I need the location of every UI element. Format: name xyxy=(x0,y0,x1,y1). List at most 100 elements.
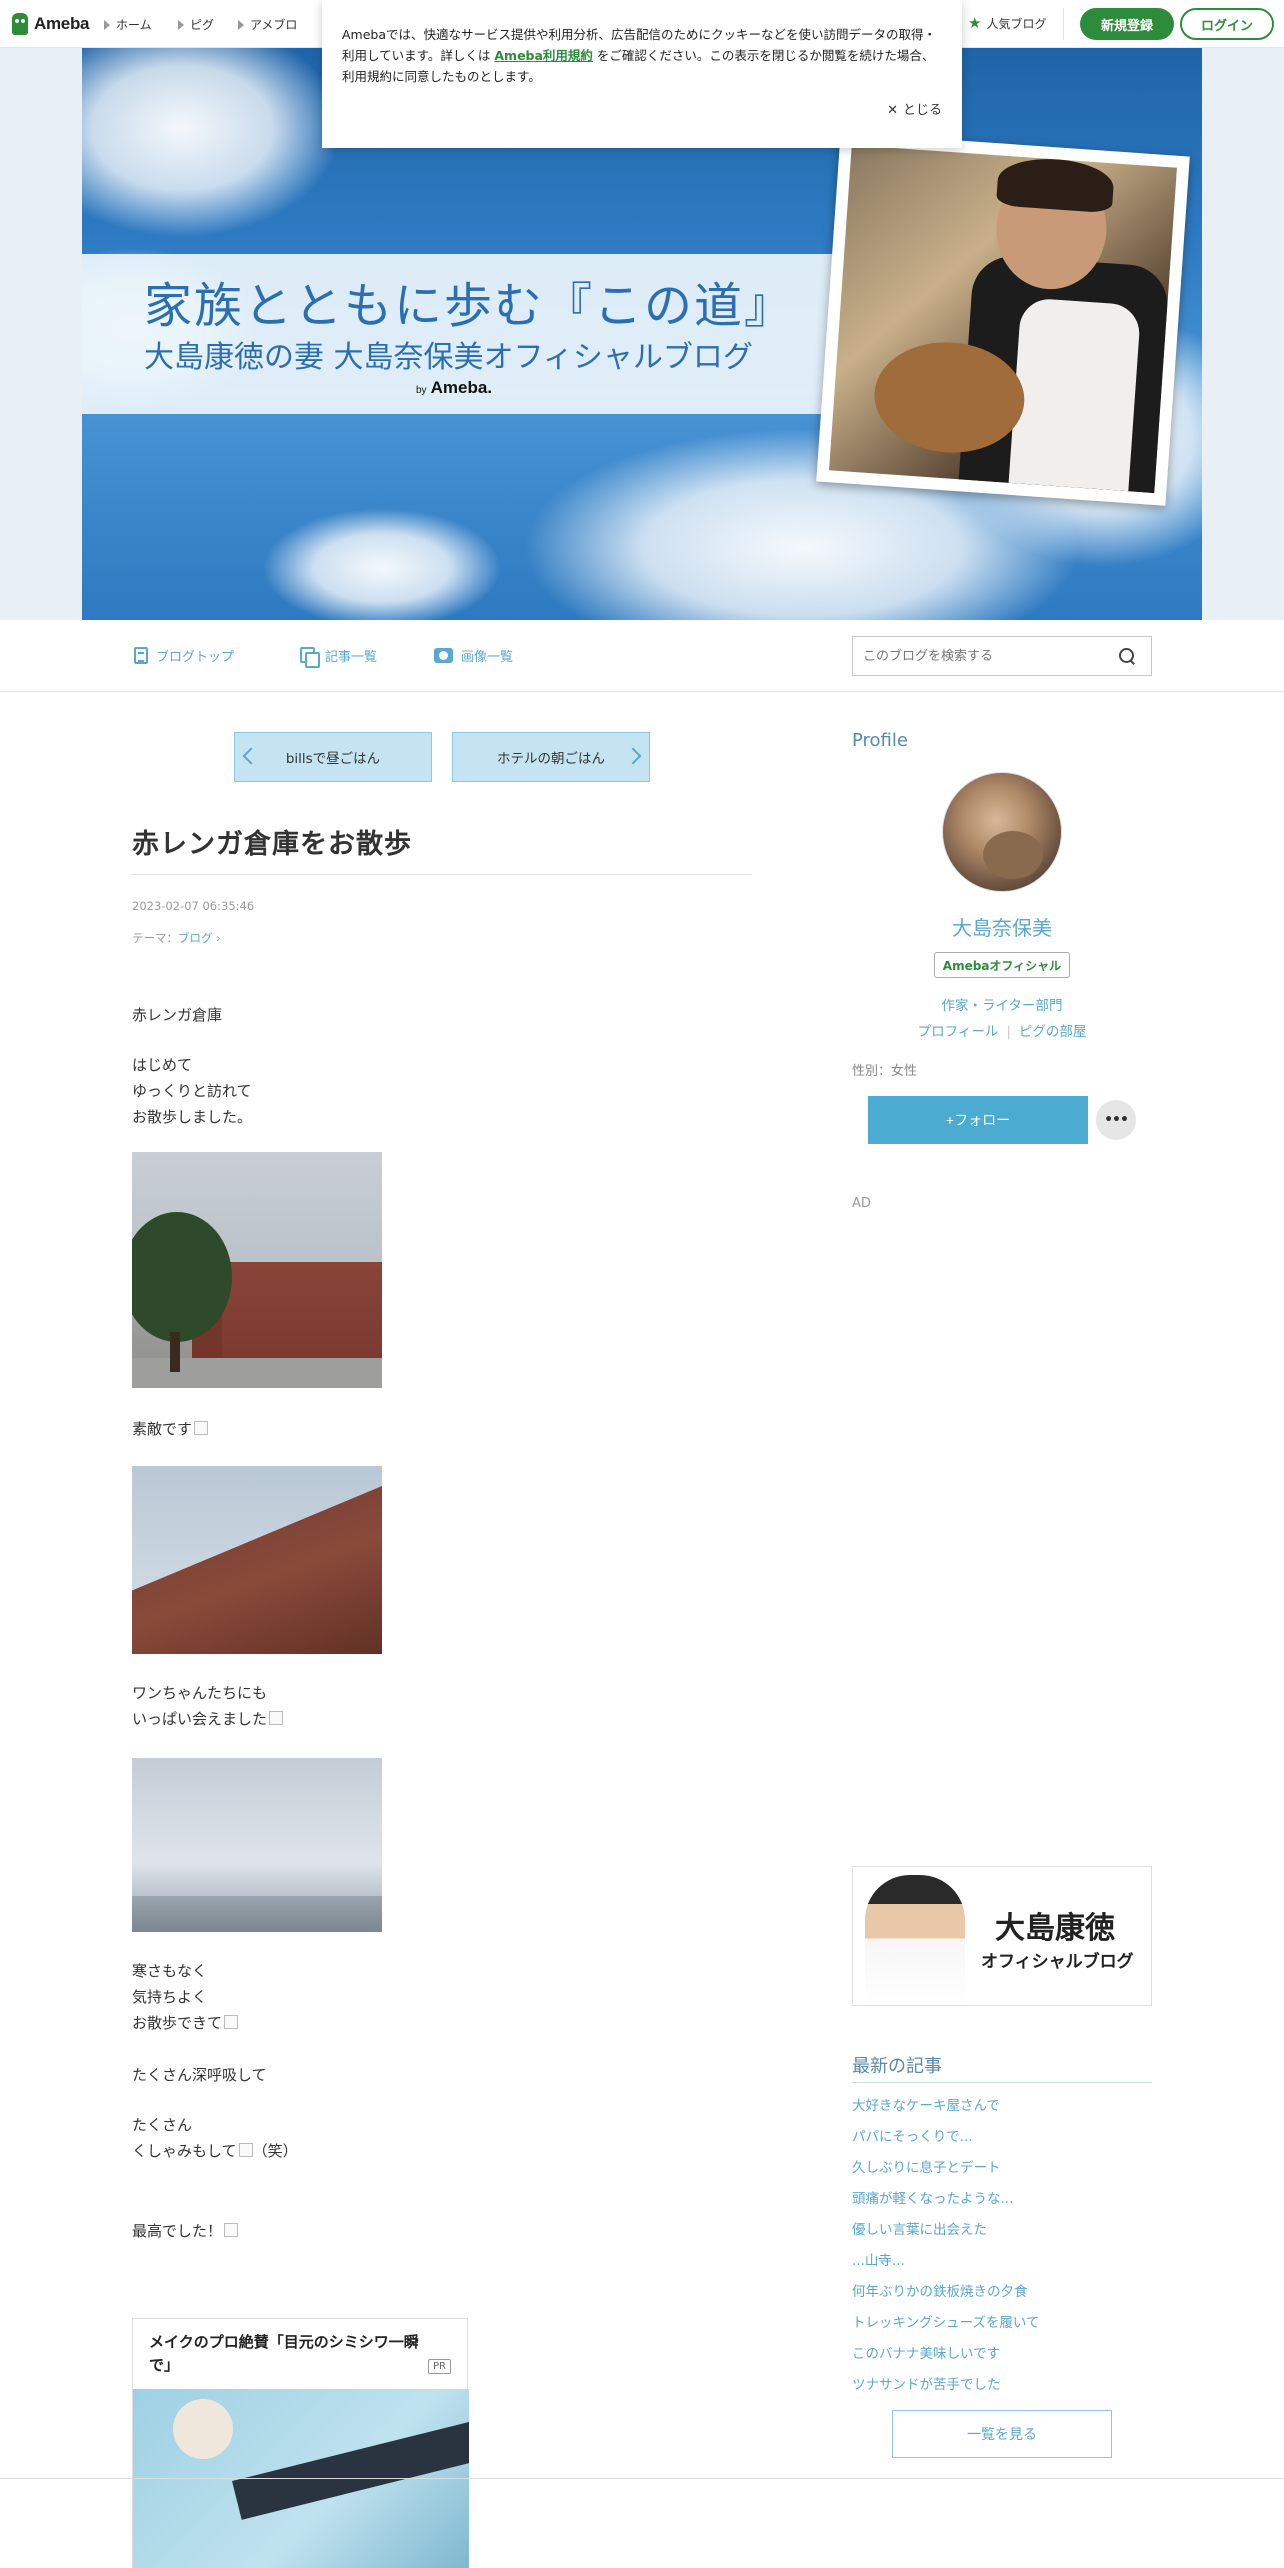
article-line: 気持ちよく xyxy=(132,1988,208,2006)
profile-name[interactable]: 大島奈保美 xyxy=(852,912,1152,941)
building-shape xyxy=(208,1262,382,1358)
nav-pigg[interactable]: ピグ xyxy=(178,16,214,33)
pr-ad-card[interactable]: メイクのプロ絶賛「目元のシミシワ一瞬で」 PR xyxy=(132,2318,469,2568)
nav-image-list[interactable]: 画像一覧 xyxy=(434,646,513,665)
nav-home[interactable]: ホーム xyxy=(104,16,152,33)
blog-nav: ブログトップ 記事一覧 画像一覧 xyxy=(0,620,1284,692)
article-line: （笑） xyxy=(252,2142,298,2160)
latest-entry-link[interactable]: 何年ぶりかの鉄板焼きの夕食 xyxy=(852,2280,1028,2300)
header-divider xyxy=(1063,8,1064,40)
triangle-right-icon xyxy=(178,19,184,30)
avatar[interactable] xyxy=(942,772,1062,892)
nav-blog-top[interactable]: ブログトップ xyxy=(134,646,234,665)
article-line: ゆっくりと訪れて xyxy=(132,1082,252,1100)
nav-blog-top-label: ブログトップ xyxy=(156,650,235,665)
latest-entry-link[interactable]: トレッキングシューズを履いて xyxy=(852,2311,1040,2331)
banner-name: 大島康徳 xyxy=(995,1911,1115,1946)
article-paragraph: 最高でした！ xyxy=(132,2218,239,2244)
article-date: 2023-02-07 06:35:46 xyxy=(132,899,255,913)
star-icon: ★ xyxy=(968,14,982,32)
photo-figure xyxy=(1008,297,1142,493)
link-separator: | xyxy=(1006,1024,1011,1040)
ameba-logo-icon xyxy=(12,13,28,35)
latest-entries-heading: 最新の記事 xyxy=(852,2056,942,2077)
popular-blog-link[interactable]: ★ 人気ブログ xyxy=(968,14,1046,32)
search-input[interactable] xyxy=(853,637,1103,675)
article-line: はじめて xyxy=(132,1056,193,1074)
blog-search xyxy=(852,636,1152,676)
article-paragraph: たくさん深呼吸して xyxy=(132,2062,267,2088)
pr-badge: PR xyxy=(428,2359,451,2374)
banner-subtitle: 大島康徳の妻 大島奈保美オフィシャルブログ xyxy=(144,340,753,375)
signup-button[interactable]: 新規登録 xyxy=(1080,8,1174,40)
article-image-brick-wall[interactable] xyxy=(132,1466,382,1654)
banner-by: by xyxy=(416,385,427,396)
theme-label: テーマ： xyxy=(132,931,178,945)
article-image-red-brick-warehouse[interactable] xyxy=(132,1152,382,1388)
latest-entry-link[interactable]: ツナサンドが苦手でした xyxy=(852,2373,1001,2393)
login-button[interactable]: ログイン xyxy=(1180,8,1274,40)
banner-sub: オフィシャルブログ xyxy=(981,1952,1134,1972)
latest-entry-link[interactable]: 久しぶりに息子とデート xyxy=(852,2156,1001,2176)
profile-link[interactable]: プロフィール xyxy=(918,1024,999,1040)
article-line: お散歩しました。 xyxy=(132,1108,253,1126)
product-shape xyxy=(232,2418,469,2520)
article-theme: テーマ：ブログ › xyxy=(132,930,221,946)
nav-image-list-label: 画像一覧 xyxy=(461,650,514,665)
popular-blog-label: 人気ブログ xyxy=(986,16,1047,31)
ameba-logo-text: Ameba xyxy=(34,14,90,33)
nav-ameblo[interactable]: アメブロ xyxy=(238,16,297,33)
next-entry-button[interactable]: ホテルの朝ごはん xyxy=(452,732,650,782)
player-photo xyxy=(865,1875,965,2005)
prev-entry-label: billsで昼ごはん xyxy=(285,751,381,767)
article-line: ワンちゃんたちにも xyxy=(132,1684,268,1702)
chevron-right-icon xyxy=(624,747,642,765)
banner-brand: Ameba. xyxy=(430,378,493,397)
cookie-close-button[interactable]: ✕ とじる xyxy=(887,100,942,121)
article-line: 赤レンガ倉庫 xyxy=(132,1006,223,1024)
article-image-seaside[interactable] xyxy=(132,1758,382,1932)
latest-entry-link[interactable]: 頭痛が軽くなったような... xyxy=(852,2187,1013,2207)
article-line: くしゃみもして xyxy=(132,2142,237,2160)
emoji-icon xyxy=(269,1711,284,1725)
article-line: いっぱい会えました xyxy=(132,1710,268,1728)
yasunori-blog-banner[interactable]: 大島康徳 オフィシャルブログ xyxy=(852,1866,1152,2006)
banner-photo xyxy=(829,145,1177,493)
ameba-logo[interactable]: Ameba xyxy=(12,12,89,36)
see-all-button[interactable]: 一覧を見る xyxy=(892,2410,1112,2458)
latest-entry-link[interactable]: 優しい言葉に出会えた xyxy=(852,2218,987,2238)
article-line: お散歩できて xyxy=(132,2014,223,2032)
photo-figure xyxy=(995,155,1116,214)
emoji-icon xyxy=(194,1421,209,1435)
prev-entry-button[interactable]: billsで昼ごはん xyxy=(234,732,432,782)
latest-entry-link[interactable]: 大好きなケーキ屋さんで xyxy=(852,2094,1000,2114)
cloud xyxy=(262,508,502,620)
ad-label: AD xyxy=(852,1196,871,1211)
flower-shape xyxy=(173,2399,233,2459)
article-line: たくさん xyxy=(132,2116,193,2134)
nav-ameblo-label: アメブロ xyxy=(250,18,298,32)
emoji-icon xyxy=(224,2223,239,2237)
latest-entry-link[interactable]: ...山寺... xyxy=(852,2249,905,2269)
close-icon: ✕ xyxy=(887,103,898,118)
article-paragraph: はじめて ゆっくりと訪れて お散歩しました。 xyxy=(132,1052,252,1130)
more-options-button[interactable]: ••• xyxy=(1096,1100,1136,1140)
terms-link[interactable]: Ameba利用規約 xyxy=(494,48,593,63)
search-icon[interactable] xyxy=(1119,648,1135,664)
article-line: 素敵です xyxy=(132,1420,193,1438)
latest-entry-link[interactable]: パパにそっくりで... xyxy=(852,2125,973,2145)
pigg-room-link[interactable]: ピグの部屋 xyxy=(1019,1024,1087,1040)
profile-gender: 性別：女性 xyxy=(852,1064,918,1079)
theme-link[interactable]: ブログ xyxy=(178,931,213,945)
emoji-icon xyxy=(238,2143,253,2157)
tree-trunk-shape xyxy=(170,1332,180,1372)
chevron-left-icon xyxy=(242,747,260,765)
banner-side-left xyxy=(0,48,82,620)
latest-entry-link[interactable]: このバナナ美味しいです xyxy=(852,2342,1000,2362)
profile-category[interactable]: 作家・ライター部門 xyxy=(852,994,1152,1014)
follow-button[interactable]: +フォロー xyxy=(868,1096,1088,1144)
sea-shape xyxy=(132,1896,382,1932)
nav-entry-list[interactable]: 記事一覧 xyxy=(300,646,377,668)
cookie-close-label: とじる xyxy=(902,103,942,118)
article-line: 最高でした！ xyxy=(132,2222,223,2240)
